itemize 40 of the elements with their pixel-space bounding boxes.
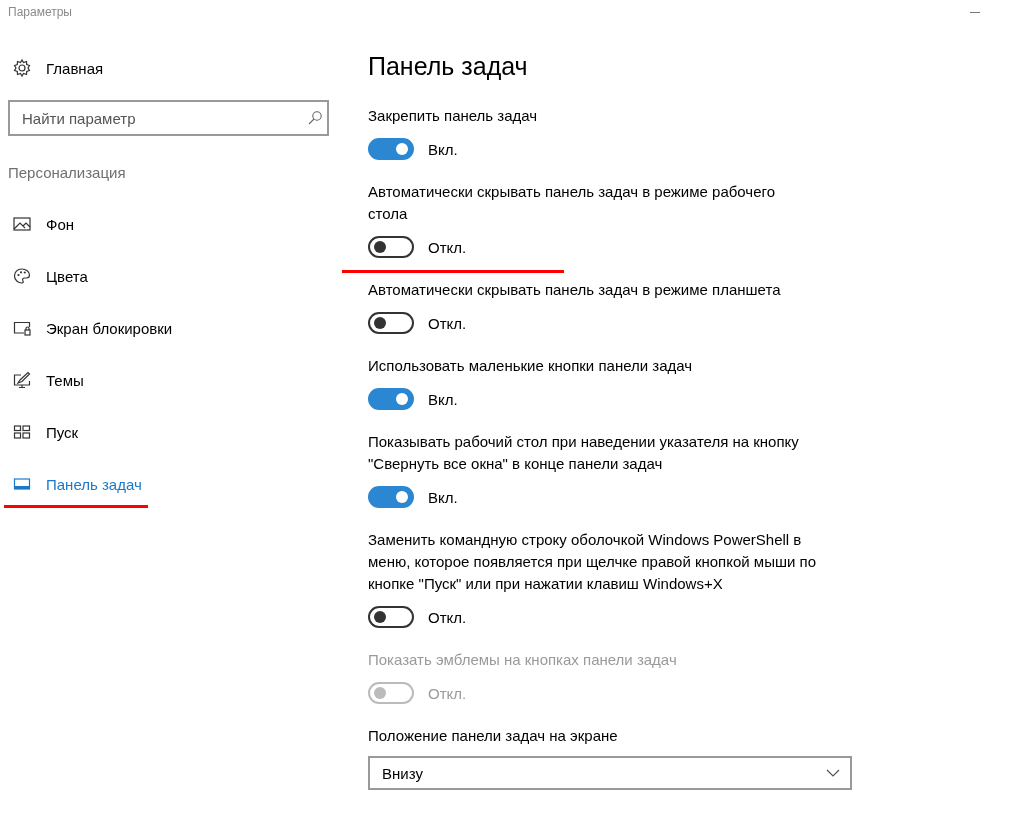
gear-icon bbox=[12, 58, 32, 78]
tiles-icon bbox=[12, 422, 32, 442]
toggle-switch[interactable] bbox=[368, 312, 414, 334]
sidebar-item[interactable]: Экран блокировки bbox=[8, 306, 173, 350]
search-field[interactable]: Найти параметр bbox=[8, 100, 329, 136]
sidebar-item[interactable]: Цвета bbox=[8, 254, 88, 298]
setting-label: Заменить командную строку оболочкой Windows PowerShell в меню, которое появляется при щелчке правой кнопкой мыши по кнопке "Пуск" или при нажатии клавиш Windows+X bbox=[368, 530, 816, 594]
toggle-switch[interactable] bbox=[368, 138, 414, 160]
toggle-switch[interactable] bbox=[368, 486, 414, 508]
setting-label: Использовать маленькие кнопки панели задач bbox=[368, 356, 694, 376]
setting-label: Автоматически скрывать панель задач в режиме планшета bbox=[368, 280, 782, 300]
toggle-state: Вкл. bbox=[428, 488, 458, 506]
home-link[interactable]: Главная bbox=[8, 48, 329, 88]
toggle-switch[interactable] bbox=[368, 236, 414, 258]
toggle-state: Вкл. bbox=[428, 390, 458, 408]
window-title: Параметры bbox=[8, 5, 72, 19]
setting-label: Показывать рабочий стол при наведении указателя на кнопку "Свернуть все окна" в конце панели задач bbox=[368, 432, 800, 474]
monitor-pen-icon bbox=[12, 370, 32, 390]
search-icon bbox=[307, 110, 323, 126]
page-title: Панель задач bbox=[368, 51, 529, 82]
dropdown[interactable]: Внизу bbox=[368, 756, 852, 790]
toggle-state: Откл. bbox=[428, 238, 467, 256]
setting-label: Закрепить панель задач bbox=[368, 106, 539, 126]
sidebar-item[interactable]: Панель задач bbox=[8, 462, 142, 506]
toggle-state: Откл. bbox=[428, 684, 467, 702]
setting-label: Автоматически скрывать панель задач в режиме рабочего стола bbox=[368, 182, 776, 224]
picture-icon bbox=[12, 214, 32, 234]
chevron-down-icon bbox=[826, 769, 840, 777]
sidebar-item[interactable]: Фон bbox=[8, 202, 75, 246]
setting-label: Положение панели задач на экране bbox=[368, 726, 619, 746]
toggle-state: Откл. bbox=[428, 314, 467, 332]
toggle-switch[interactable] bbox=[368, 606, 414, 628]
setting-label: Показать эмблемы на кнопках панели задач bbox=[368, 650, 678, 670]
toggle-state: Откл. bbox=[428, 608, 467, 626]
toggle-state: Вкл. bbox=[428, 140, 458, 158]
toggle-switch[interactable] bbox=[368, 388, 414, 410]
sidebar-item[interactable]: Темы bbox=[8, 358, 84, 402]
section-heading: Персонализация bbox=[8, 163, 127, 183]
palette-icon bbox=[12, 266, 32, 286]
sidebar-item[interactable]: Пуск bbox=[8, 410, 79, 454]
